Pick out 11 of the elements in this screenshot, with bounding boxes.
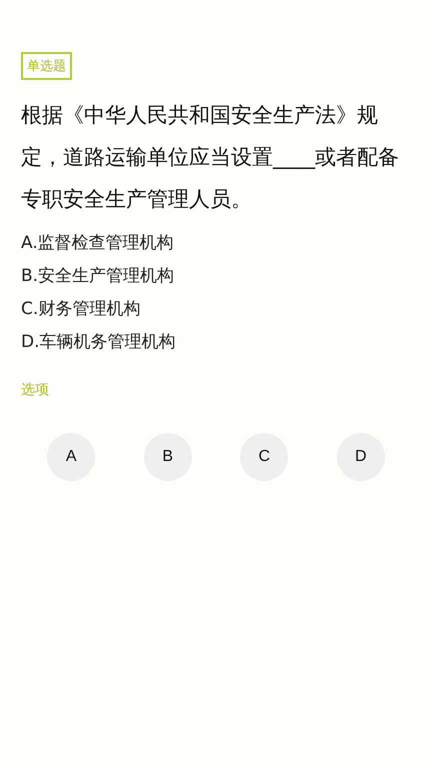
option-text: C.财务管理机构 (21, 298, 142, 320)
question-text: 根据《中华人民共和国安全生产法》规定，道路运输单位应当设置____或者配备专职安全生产管理人员。 (21, 102, 400, 213)
section-label: 选项 (21, 381, 50, 399)
answer-button[interactable]: B (144, 433, 192, 481)
option-text: A.监督检查管理机构 (21, 232, 175, 254)
question-type-tag: 单选题 (21, 52, 72, 80)
answer-button[interactable]: A (47, 433, 96, 481)
answer-button[interactable]: C (240, 433, 288, 481)
answer-button[interactable]: D (336, 433, 385, 481)
option-text: D.车辆机务管理机构 (21, 331, 176, 353)
option-text: B.安全生产管理机构 (21, 265, 176, 287)
